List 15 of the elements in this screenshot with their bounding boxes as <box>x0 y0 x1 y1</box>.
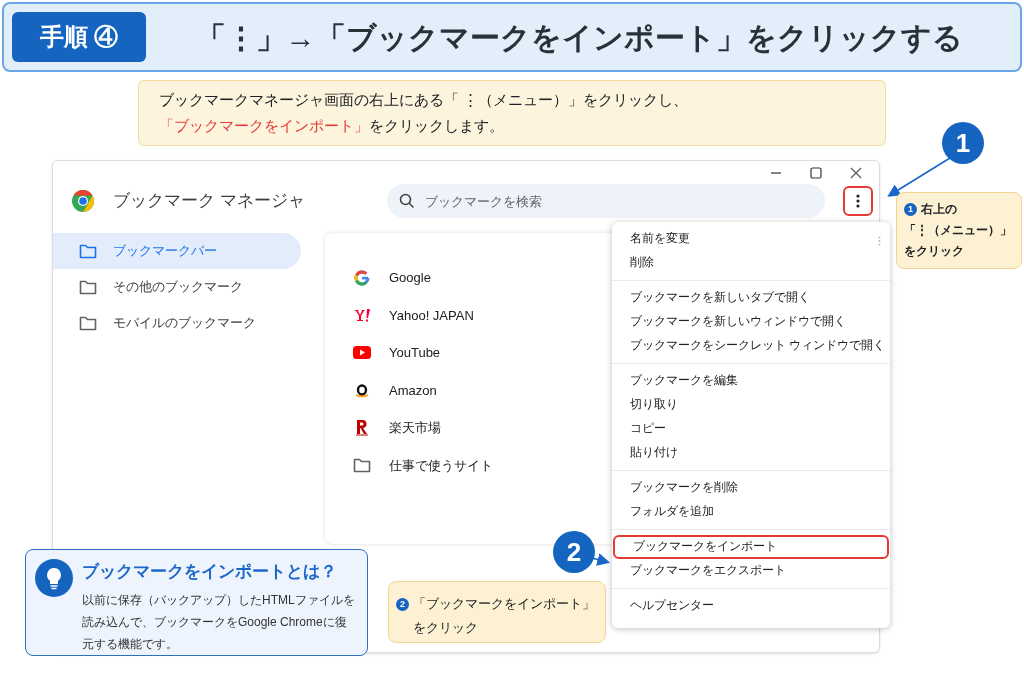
step-badge: 手順 ④ <box>12 12 146 62</box>
instruction-text: ブックマークマネージャ画面の右上にある「 ⋮（メニュー）」をクリックし、 <box>159 90 689 110</box>
callout-text: 右上の <box>921 201 957 218</box>
step-number-badge: 1 <box>942 122 984 164</box>
instruction-text: 「ブックマークをインポート」をクリックします。 <box>159 116 504 136</box>
callout-text: をクリック <box>413 619 479 637</box>
step-number-mark: 1 <box>904 203 917 216</box>
tip-title: ブックマークをインポートとは？ <box>82 561 338 583</box>
callout-text: 「⋮（メニュー）」 <box>904 222 1013 239</box>
step-number-mark: 2 <box>396 598 409 611</box>
tip-body: 以前に保存（バックアップ）したHTMLファイルを読み込んで、ブックマークをGoogle Chromeに復元する機能です。 <box>82 591 356 653</box>
callout-text: 「ブックマークをインポート」 <box>413 595 595 613</box>
step-title: 「⋮」→「ブックマークをインポート」をクリックする <box>194 19 964 56</box>
callout-text: をクリック <box>904 243 965 260</box>
app-title: ブックマーク マネージャ <box>113 190 305 213</box>
